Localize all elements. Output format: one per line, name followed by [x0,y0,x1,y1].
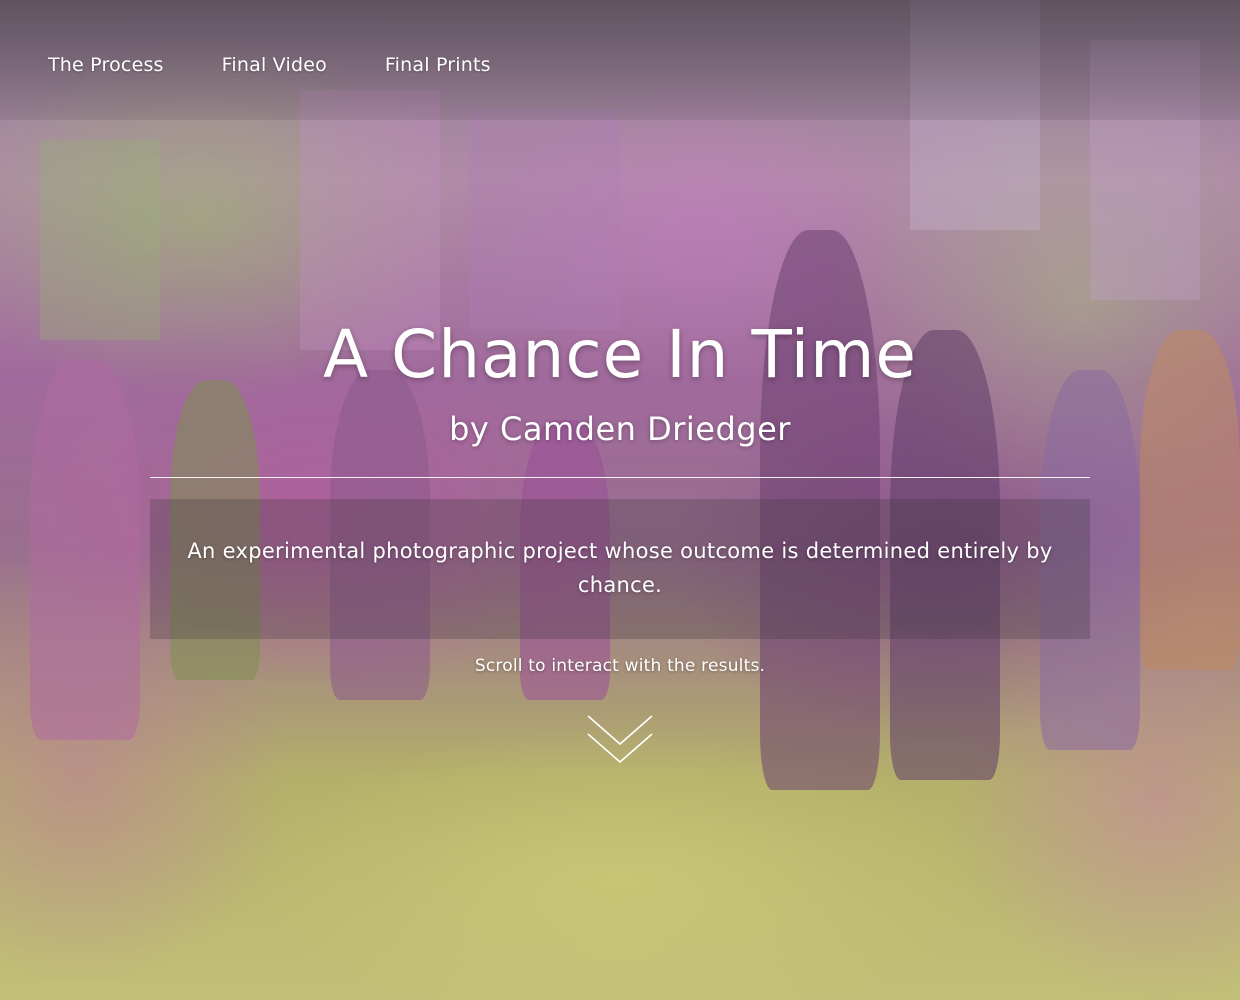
hero-header: A Chance In Time by Camden Driedger [0,315,1240,449]
divider-line [150,477,1090,478]
building-shape [40,140,160,340]
scroll-prompt: Scroll to interact with the results. [474,656,766,676]
author-byline: by Camden Driedger [449,410,791,448]
double-chevron-down-icon[interactable] [586,712,654,768]
building-shape [470,110,620,330]
page-title: A Chance In Time [323,316,917,393]
building-shape [300,90,440,350]
nav-link-the-process[interactable]: The Process [48,54,164,76]
nav-link-final-prints[interactable]: Final Prints [385,54,491,76]
project-description: An experimental photographic project who… [187,539,1053,597]
top-navigation: The Process Final Video Final Prints [48,54,491,76]
nav-link-final-video[interactable]: Final Video [222,54,327,76]
